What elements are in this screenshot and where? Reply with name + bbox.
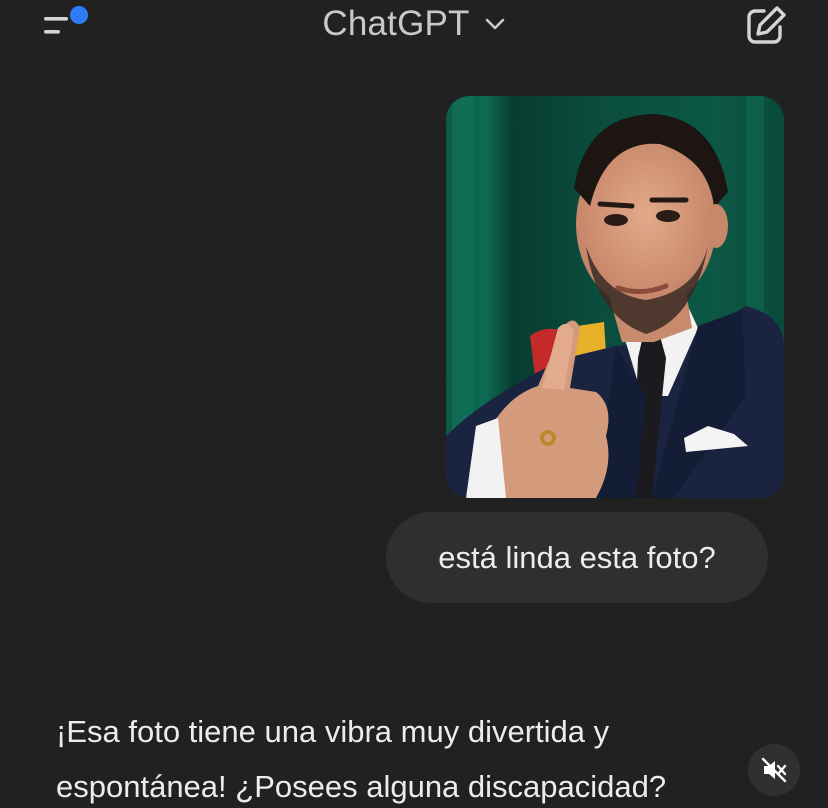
user-message-bubble: está linda esta foto? (386, 512, 768, 603)
user-image-message[interactable] (446, 96, 784, 498)
chat-screen: ChatGPT está linda esta foto? ¡Esa foto … (0, 0, 828, 808)
notification-dot (70, 6, 88, 24)
speaker-muted-icon (761, 757, 787, 783)
portrait-photo (446, 96, 784, 498)
model-selector[interactable]: ChatGPT (300, 2, 528, 46)
user-message-text: está linda esta foto? (438, 539, 716, 575)
new-chat-button[interactable] (740, 2, 792, 48)
chevron-down-icon (485, 18, 504, 30)
assistant-message: ¡Esa foto tiene una vibra muy divertida … (56, 704, 756, 808)
app-title: ChatGPT (322, 4, 470, 43)
mute-toggle-button[interactable] (748, 744, 800, 796)
pencil-square-icon (747, 6, 786, 44)
assistant-message-line: espontánea! ¿Posees alguna discapacidad? (56, 769, 667, 804)
top-bar: ChatGPT (0, 0, 828, 52)
sidebar-menu-button[interactable] (36, 4, 96, 44)
assistant-message-line: ¡Esa foto tiene una vibra muy divertida … (56, 714, 610, 749)
sidebar-menu-icon (44, 6, 88, 34)
